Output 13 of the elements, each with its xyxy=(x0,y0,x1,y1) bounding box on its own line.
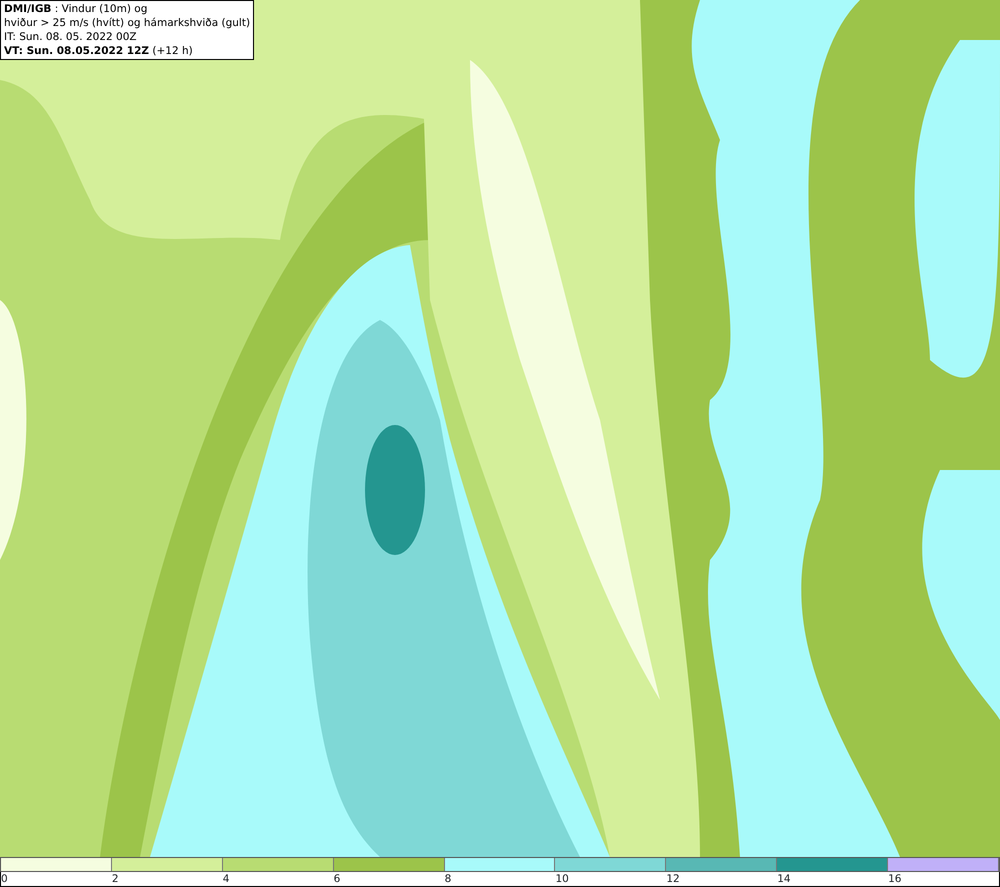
scale-label: 4 xyxy=(222,872,230,886)
info-line: hviður > 25 m/s (hvítt) og hámarkshviða (gult) xyxy=(4,16,250,30)
scale-label: 8 xyxy=(444,872,452,886)
scale-label: 6 xyxy=(334,872,340,886)
scale-label: 12 xyxy=(666,872,680,886)
info-line: VT: Sun. 08.05.2022 12Z (+12 h) xyxy=(4,44,194,58)
scale-label: 0 xyxy=(1,872,8,886)
scale-label: 16 xyxy=(888,872,902,886)
scale-label: 2 xyxy=(112,872,119,886)
scale-label: 14 xyxy=(777,872,791,886)
info-line: DMI/IGB : Vindur (10m) og xyxy=(4,2,148,16)
scale-label: 10 xyxy=(555,872,569,886)
info-line: IT: Sun. 08. 05. 2022 00Z xyxy=(4,30,138,44)
